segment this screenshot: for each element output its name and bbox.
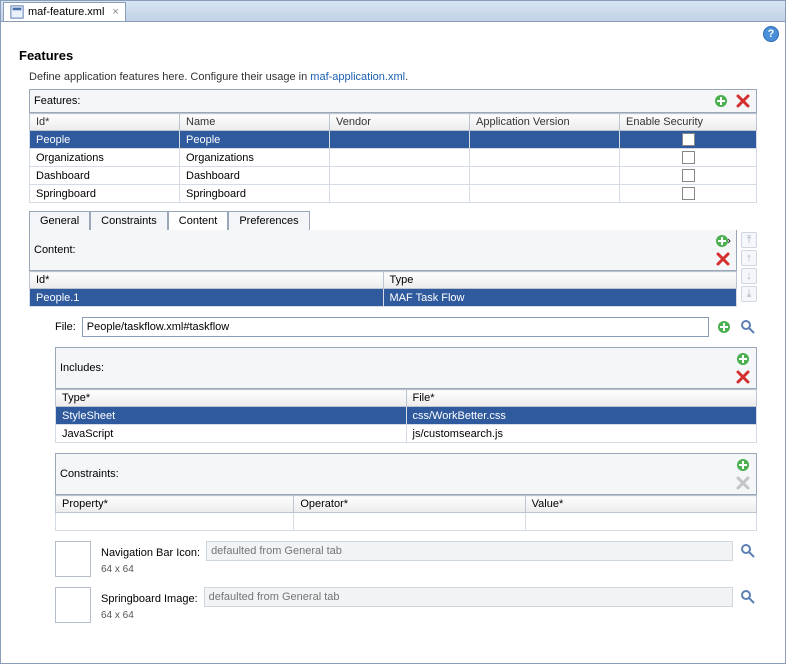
xml-file-icon	[10, 5, 24, 19]
content-header: Content:	[29, 230, 737, 271]
enable-security-checkbox[interactable]	[682, 133, 695, 146]
table-row[interactable]: DashboardDashboard	[30, 167, 757, 185]
delete-constraint-button	[734, 474, 752, 492]
features-heading-label: Features:	[34, 95, 80, 107]
file-tab-bar: maf-feature.xml ×	[1, 1, 785, 22]
nav-bar-icon-input[interactable]	[206, 541, 733, 561]
features-table[interactable]: Id* Name Vendor Application Version Enab…	[29, 113, 757, 203]
add-include-button[interactable]	[734, 350, 752, 368]
features-header: Features:	[29, 89, 757, 113]
col-value[interactable]: Value*	[525, 496, 756, 513]
col-include-type[interactable]: Type*	[56, 390, 407, 407]
col-property[interactable]: Property*	[56, 496, 294, 513]
constraints-header: Constraints:	[55, 453, 757, 495]
editor-toolbar: ?	[1, 22, 785, 46]
help-icon[interactable]: ?	[763, 26, 779, 42]
add-feature-button[interactable]	[712, 92, 730, 110]
col-content-type[interactable]: Type	[383, 272, 737, 289]
table-row[interactable]: OrganizationsOrganizations	[30, 149, 757, 167]
delete-content-button[interactable]	[714, 250, 732, 268]
table-row[interactable]: JavaScript js/customsearch.js	[56, 425, 757, 443]
col-id[interactable]: Id*	[30, 114, 180, 131]
includes-heading-label: Includes:	[60, 362, 104, 374]
enable-security-checkbox[interactable]	[682, 187, 695, 200]
browse-springboard-button[interactable]	[739, 588, 757, 606]
file-tab[interactable]: maf-feature.xml ×	[3, 2, 126, 21]
move-bottom-icon[interactable]: ⤓	[741, 286, 757, 302]
constraints-heading-label: Constraints:	[60, 468, 119, 480]
col-name[interactable]: Name	[180, 114, 330, 131]
springboard-dimensions: 64 x 64	[101, 610, 757, 621]
table-row[interactable]: People.1 MAF Task Flow	[30, 289, 737, 307]
reorder-arrows: ⤒ ↑ ↓ ⤓	[741, 232, 757, 307]
content-heading-label: Content:	[34, 244, 76, 256]
col-vendor[interactable]: Vendor	[330, 114, 470, 131]
table-row[interactable]	[56, 513, 757, 531]
tab-constraints[interactable]: Constraints	[90, 211, 168, 230]
move-down-icon[interactable]: ↓	[741, 268, 757, 284]
col-operator[interactable]: Operator*	[294, 496, 525, 513]
add-constraint-button[interactable]	[734, 456, 752, 474]
tab-general[interactable]: General	[29, 211, 90, 230]
col-enable-security[interactable]: Enable Security	[620, 114, 757, 131]
springboard-image-label: Springboard Image:	[101, 593, 198, 605]
nav-bar-icon-row: Navigation Bar Icon: 64 x 64	[55, 541, 757, 577]
tab-content[interactable]: Content	[168, 211, 229, 230]
close-icon[interactable]: ×	[112, 6, 118, 18]
springboard-image-row: Springboard Image: 64 x 64	[55, 587, 757, 623]
includes-table[interactable]: Type* File* StyleSheet css/WorkBetter.cs…	[55, 389, 757, 443]
delete-include-button[interactable]	[734, 368, 752, 386]
constraints-table[interactable]: Property* Operator* Value*	[55, 495, 757, 531]
enable-security-checkbox[interactable]	[682, 151, 695, 164]
tab-preferences[interactable]: Preferences	[228, 211, 309, 230]
intro-text: Define application features here. Config…	[29, 71, 779, 83]
col-app-version[interactable]: Application Version	[470, 114, 620, 131]
col-content-id[interactable]: Id*	[30, 272, 384, 289]
content-table[interactable]: Id* Type People.1 MAF Task Flow	[29, 271, 737, 307]
add-content-button[interactable]	[714, 232, 732, 250]
maf-application-link[interactable]: maf-application.xml	[310, 71, 405, 83]
browse-file-button[interactable]	[739, 318, 757, 336]
springboard-thumbnail	[55, 587, 91, 623]
nav-bar-icon-label: Navigation Bar Icon:	[101, 547, 200, 559]
file-input[interactable]	[82, 317, 709, 337]
file-label: File:	[55, 321, 76, 333]
file-field-row: File:	[55, 317, 757, 337]
includes-header: Includes:	[55, 347, 757, 389]
move-top-icon[interactable]: ⤒	[741, 232, 757, 248]
nav-bar-icon-dimensions: 64 x 64	[101, 564, 757, 575]
browse-nav-icon-button[interactable]	[739, 542, 757, 560]
table-row[interactable]: People People	[30, 131, 757, 149]
nav-bar-icon-thumbnail	[55, 541, 91, 577]
file-tab-title: maf-feature.xml	[28, 6, 104, 18]
table-row[interactable]: SpringboardSpringboard	[30, 185, 757, 203]
springboard-image-input[interactable]	[204, 587, 733, 607]
enable-security-checkbox[interactable]	[682, 169, 695, 182]
delete-feature-button[interactable]	[734, 92, 752, 110]
page-title: Features	[19, 48, 779, 63]
feature-subtabs: General Constraints Content Preferences	[29, 211, 757, 230]
col-include-file[interactable]: File*	[406, 390, 757, 407]
move-up-icon[interactable]: ↑	[741, 250, 757, 266]
add-file-button[interactable]	[715, 318, 733, 336]
table-row[interactable]: StyleSheet css/WorkBetter.css	[56, 407, 757, 425]
